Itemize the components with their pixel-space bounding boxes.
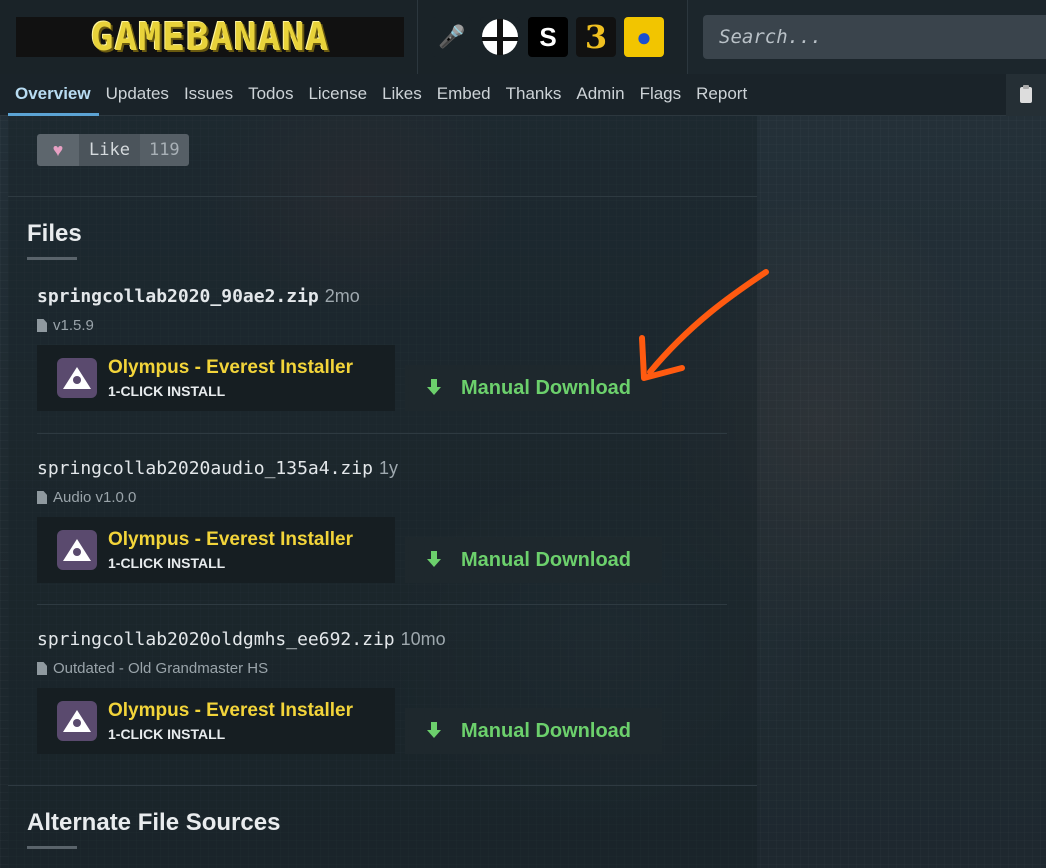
olympus-icon: [57, 358, 97, 398]
tab-likes[interactable]: Likes: [375, 74, 430, 116]
alternate-sources-heading: Alternate File Sources: [27, 809, 281, 836]
file-age: 10mo: [400, 629, 446, 649]
olympus-install-button[interactable]: Olympus - Everest Installer 1-CLICK INST…: [37, 688, 395, 754]
top-header: GAMEBANANA 🎤 S 3 ●: [0, 0, 1046, 74]
divider: [8, 785, 757, 786]
file-item: springcollab2020_90ae2.zip 2mo v1.5.9 Oly…: [37, 286, 727, 411]
installer-subtitle: 1-CLICK INSTALL: [108, 383, 226, 399]
file-description-text: Audio v1.0.0: [53, 489, 137, 506]
files-heading: Files: [27, 220, 82, 247]
installer-title: Olympus - Everest Installer: [108, 700, 353, 721]
file-description: Audio v1.0.0: [37, 489, 727, 506]
file-age: 2mo: [324, 286, 360, 306]
tab-admin[interactable]: Admin: [569, 74, 632, 116]
download-arrow-icon: [427, 551, 441, 569]
download-arrow-icon: [427, 379, 441, 397]
document-icon: [37, 491, 47, 504]
celeste-icon[interactable]: S: [528, 17, 568, 57]
friday-night-funkin-icon[interactable]: 🎤: [432, 17, 472, 57]
manual-download-button[interactable]: Manual Download: [405, 365, 662, 411]
file-age: 1y: [378, 458, 398, 478]
main-column: ♥ Like 119 Files springcollab2020_90ae2.…: [8, 116, 757, 868]
side-panel: [757, 116, 1046, 868]
installer-subtitle: 1-CLICK INSTALL: [108, 555, 226, 571]
logo-container: GAMEBANANA: [0, 0, 418, 74]
download-label: Manual Download: [461, 548, 631, 571]
document-icon: [37, 662, 47, 675]
file-description: Outdated - Old Grandmaster HS: [37, 660, 727, 677]
file-description: v1.5.9: [37, 317, 727, 334]
smash-bros-icon[interactable]: [480, 17, 520, 57]
file-item: springcollab2020audio_135a4.zip 1y Audio …: [37, 458, 727, 583]
tab-embed[interactable]: Embed: [430, 74, 499, 116]
tab-flags[interactable]: Flags: [633, 74, 690, 116]
file-description-text: Outdated - Old Grandmaster HS: [53, 660, 269, 677]
installer-subtitle: 1-CLICK INSTALL: [108, 726, 226, 742]
download-label: Manual Download: [461, 376, 631, 399]
gamebanana-logo[interactable]: GAMEBANANA: [16, 15, 404, 59]
sonic-icon[interactable]: ●: [624, 17, 664, 57]
file-name: springcollab2020audio_135a4.zip: [37, 458, 373, 479]
like-count: 119: [139, 134, 189, 166]
like-widget[interactable]: ♥ Like 119: [37, 134, 189, 166]
download-label: Manual Download: [461, 719, 631, 742]
document-icon: [37, 319, 47, 332]
tab-issues[interactable]: Issues: [177, 74, 241, 116]
download-arrow-icon: [427, 722, 441, 740]
clipboard-icon: [1020, 85, 1032, 103]
tab-todos[interactable]: Todos: [241, 74, 301, 116]
file-description-text: v1.5.9: [53, 317, 94, 334]
divider: [8, 196, 757, 197]
file-name: springcollab2020_90ae2.zip: [37, 286, 319, 307]
tab-updates[interactable]: Updates: [99, 74, 177, 116]
olympus-install-button[interactable]: Olympus - Everest Installer 1-CLICK INST…: [37, 517, 395, 583]
file-divider: [37, 433, 727, 434]
profile-nav: Overview Updates Issues Todos License Li…: [0, 74, 1046, 116]
file-name: springcollab2020oldgmhs_ee692.zip: [37, 629, 395, 650]
search-container: [688, 0, 1046, 74]
nav-tabs: Overview Updates Issues Todos License Li…: [8, 74, 755, 116]
third-strike-icon[interactable]: 3: [576, 17, 616, 57]
installer-title: Olympus - Everest Installer: [108, 357, 353, 378]
manual-download-button[interactable]: Manual Download: [405, 708, 662, 754]
olympus-install-button[interactable]: Olympus - Everest Installer 1-CLICK INST…: [37, 345, 395, 411]
tab-license[interactable]: License: [301, 74, 375, 116]
tab-overview[interactable]: Overview: [8, 74, 99, 116]
heart-icon[interactable]: ♥: [37, 134, 79, 166]
file-item: springcollab2020oldgmhs_ee692.zip 10mo Ou…: [37, 629, 727, 754]
like-button[interactable]: Like: [79, 134, 140, 166]
tab-report[interactable]: Report: [689, 74, 755, 116]
olympus-icon: [57, 530, 97, 570]
search-input[interactable]: [703, 15, 1046, 59]
clipboard-button[interactable]: [1006, 74, 1046, 116]
installer-title: Olympus - Everest Installer: [108, 529, 353, 550]
olympus-icon: [57, 701, 97, 741]
manual-download-button[interactable]: Manual Download: [405, 537, 662, 583]
alternate-sources-underline: [27, 846, 77, 849]
files-heading-underline: [27, 257, 77, 260]
tab-thanks[interactable]: Thanks: [499, 74, 570, 116]
file-divider: [37, 604, 727, 605]
game-icon-bar: 🎤 S 3 ●: [418, 0, 688, 74]
